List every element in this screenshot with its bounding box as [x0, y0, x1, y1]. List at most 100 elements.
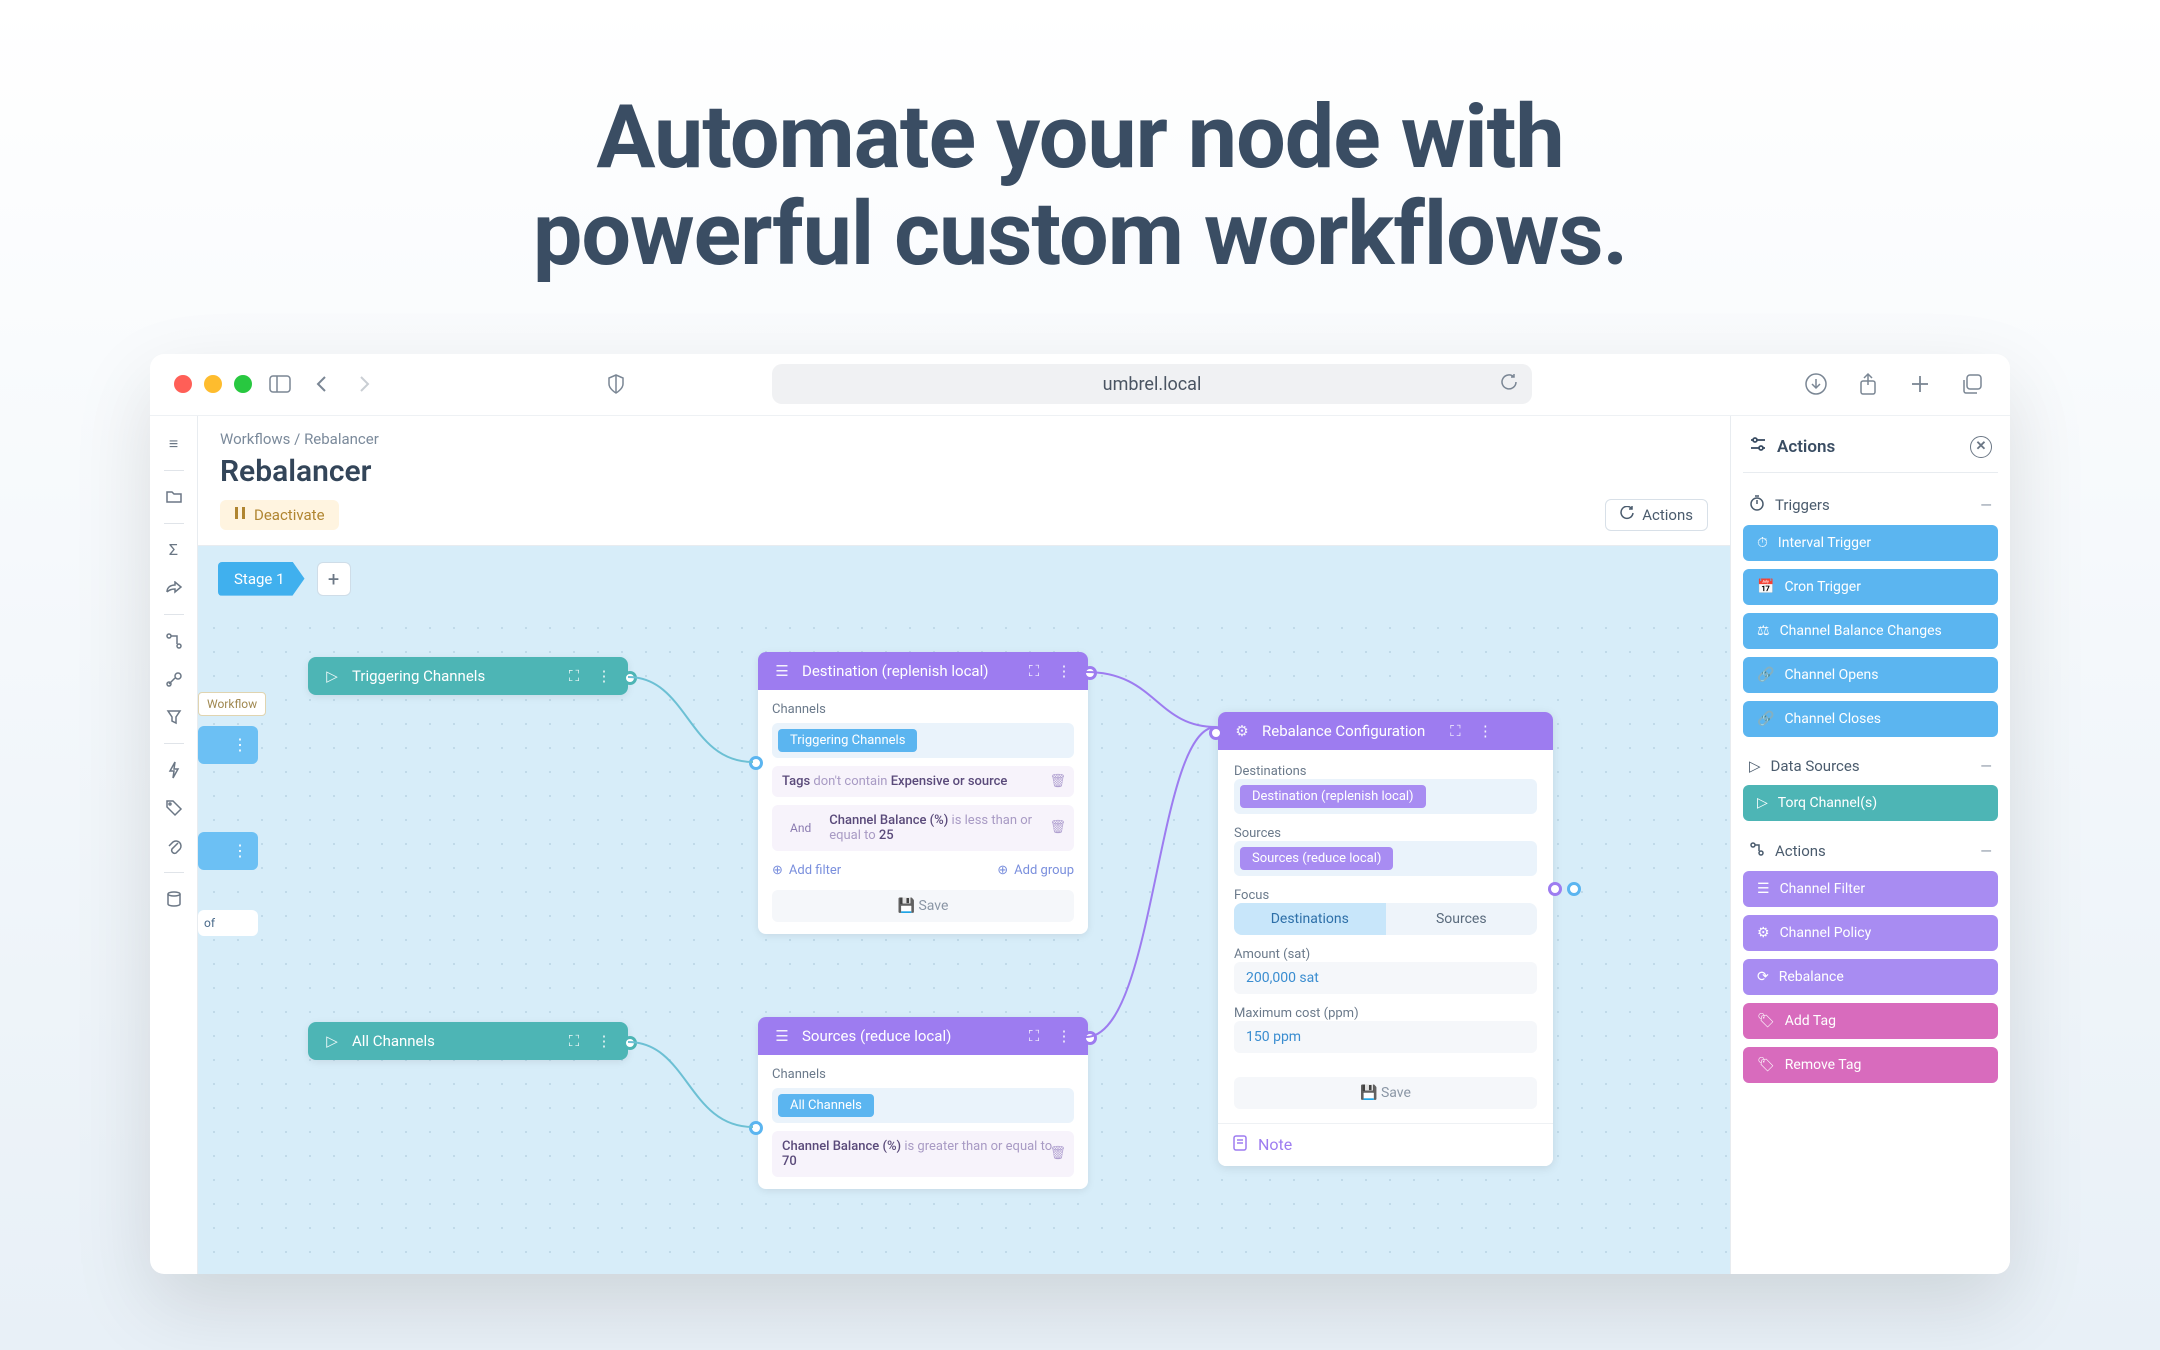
actions-panel: Actions ✕ Triggers — ⏱Interval Trigger 📅…: [1730, 416, 2010, 1274]
node-title: All Channels: [352, 1032, 435, 1050]
rail-filter-icon[interactable]: [158, 701, 190, 733]
gear-icon: ⚙: [1232, 722, 1252, 740]
rail-bolt-icon[interactable]: [158, 754, 190, 786]
tag-icon: 🏷: [1757, 1057, 1775, 1073]
breadcrumb[interactable]: Workflows / Rebalancer: [220, 430, 1708, 448]
rail-workflow-icon[interactable]: [158, 625, 190, 657]
expand-icon[interactable]: ⛶: [1445, 722, 1465, 740]
node-triggering-channels[interactable]: ▷ Triggering Channels ⛶ ⋮: [308, 657, 628, 695]
rail-tag-icon[interactable]: [158, 792, 190, 824]
data-source-torq[interactable]: ▷Torq Channel(s): [1743, 785, 1998, 821]
forward-icon[interactable]: [350, 370, 378, 398]
action-add-tag[interactable]: 🏷Add Tag: [1743, 1003, 1998, 1039]
rail-db-icon[interactable]: [158, 883, 190, 915]
trigger-balance-changes[interactable]: ⚖Channel Balance Changes: [1743, 613, 1998, 649]
expand-icon[interactable]: ⛶: [564, 1032, 584, 1050]
delete-filter-icon[interactable]: 🗑: [1049, 774, 1066, 789]
deactivate-button[interactable]: Deactivate: [220, 500, 339, 530]
node-rebalance-config[interactable]: ⚙ Rebalance Configuration ⛶ ⋮ Destinatio…: [1218, 712, 1553, 1166]
filter-row-1[interactable]: Tags don't contain Expensive or source 🗑: [772, 766, 1074, 797]
rail-dollar-icon[interactable]: [158, 663, 190, 695]
rail-menu-icon[interactable]: ≡: [158, 428, 190, 460]
focus-src-option[interactable]: Sources: [1386, 903, 1538, 935]
play-icon: ▷: [1757, 795, 1768, 811]
more-icon[interactable]: ⋮: [1475, 722, 1495, 740]
node-sources[interactable]: ☰ Sources (reduce local) ⛶ ⋮ Channels Al…: [758, 1017, 1088, 1189]
channels-chip[interactable]: Triggering Channels: [778, 729, 917, 752]
node-all-channels[interactable]: ▷ All Channels ⛶ ⋮: [308, 1022, 628, 1060]
filter-row[interactable]: Channel Balance (%) is greater than or e…: [772, 1131, 1074, 1177]
action-channel-filter[interactable]: ☰Channel Filter: [1743, 871, 1998, 907]
browser-chrome: umbrel.local: [150, 354, 2010, 416]
new-tab-icon[interactable]: [1906, 370, 1934, 398]
maximize-window-icon[interactable]: [234, 375, 252, 393]
rail-forward-icon[interactable]: [158, 572, 190, 604]
tabs-icon[interactable]: [1958, 370, 1986, 398]
calendar-icon: 📅: [1757, 579, 1774, 595]
node-destination[interactable]: ☰ Destination (replenish local) ⛶ ⋮ Chan…: [758, 652, 1088, 934]
stage-chip[interactable]: Stage 1: [218, 562, 305, 596]
download-icon[interactable]: [1802, 370, 1830, 398]
add-filter-button[interactable]: ⊕ Add filter: [772, 863, 841, 878]
trigger-channel-opens[interactable]: 🔗Channel Opens: [1743, 657, 1998, 693]
minimize-window-icon[interactable]: [204, 375, 222, 393]
share-icon[interactable]: [1854, 370, 1882, 398]
add-stage-button[interactable]: +: [317, 562, 351, 596]
expand-icon[interactable]: ⛶: [1024, 662, 1044, 680]
more-icon[interactable]: ⋮: [594, 1032, 614, 1050]
save-button[interactable]: 💾 Save: [772, 890, 1074, 922]
sidebar-toggle-icon[interactable]: [266, 370, 294, 398]
partial-node-left: ⋮: [198, 726, 258, 776]
amount-input[interactable]: 200,000 sat: [1234, 962, 1537, 994]
actions-section-header[interactable]: Actions —: [1743, 829, 1998, 871]
expand-icon[interactable]: ⛶: [1024, 1027, 1044, 1045]
workflow-canvas[interactable]: Workflow ⋮ ⋮ of ▷ Triggering Channels ⛶ …: [198, 612, 1730, 1274]
trigger-channel-closes[interactable]: 🔗Channel Closes: [1743, 701, 1998, 737]
and-badge: And: [782, 818, 819, 838]
triggers-header[interactable]: Triggers —: [1743, 483, 1998, 525]
actions-button[interactable]: Actions: [1605, 499, 1708, 531]
url-bar[interactable]: umbrel.local: [772, 364, 1532, 404]
channels-label: Channels: [772, 1067, 1074, 1082]
expand-icon[interactable]: ⛶: [564, 667, 584, 685]
action-remove-tag[interactable]: 🏷Remove Tag: [1743, 1047, 1998, 1083]
delete-filter-icon[interactable]: 🗑: [1049, 1146, 1066, 1161]
focus-dest-option[interactable]: Destinations: [1234, 903, 1386, 935]
left-rail: ≡ Σ: [150, 416, 198, 1274]
trigger-interval[interactable]: ⏱Interval Trigger: [1743, 525, 1998, 561]
action-rebalance[interactable]: ⟳Rebalance: [1743, 959, 1998, 995]
more-icon[interactable]: ⋮: [1054, 662, 1074, 680]
more-icon[interactable]: ⋮: [1054, 1027, 1074, 1045]
action-channel-policy[interactable]: ⚙Channel Policy: [1743, 915, 1998, 951]
pause-icon: [234, 506, 246, 524]
rail-clip-icon[interactable]: [158, 830, 190, 862]
unlink-icon: 🔗: [1757, 711, 1774, 727]
dest-chip[interactable]: Destination (replenish local): [1240, 785, 1426, 808]
node-title: Sources (reduce local): [802, 1027, 951, 1045]
play-icon: ▷: [322, 1032, 342, 1050]
close-panel-icon[interactable]: ✕: [1970, 436, 1992, 458]
delete-filter-icon[interactable]: 🗑: [1049, 820, 1066, 835]
rail-folder-icon[interactable]: [158, 481, 190, 513]
more-icon[interactable]: ⋮: [594, 667, 614, 685]
src-chip[interactable]: Sources (reduce local): [1240, 847, 1393, 870]
shield-icon[interactable]: [602, 370, 630, 398]
trigger-cron[interactable]: 📅Cron Trigger: [1743, 569, 1998, 605]
traffic-lights: [174, 375, 252, 393]
partial-text: of: [198, 910, 258, 936]
save-button[interactable]: 💾 Save: [1234, 1077, 1537, 1109]
refresh-icon[interactable]: [1500, 373, 1518, 396]
partial-header[interactable]: ⋮: [198, 832, 258, 870]
maxcost-input[interactable]: 150 ppm: [1234, 1021, 1537, 1053]
close-window-icon[interactable]: [174, 375, 192, 393]
add-group-button[interactable]: ⊕ Add group: [997, 863, 1074, 878]
data-sources-header[interactable]: ▷ Data Sources —: [1743, 745, 1998, 785]
rail-sigma-icon[interactable]: Σ: [158, 534, 190, 566]
partial-header[interactable]: ⋮: [198, 726, 258, 764]
channels-chip[interactable]: All Channels: [778, 1094, 874, 1117]
focus-toggle[interactable]: Destinations Sources: [1234, 903, 1537, 935]
filter-row-2[interactable]: And Channel Balance (%) is less than or …: [772, 805, 1074, 851]
back-icon[interactable]: [308, 370, 336, 398]
note-row[interactable]: Note: [1218, 1123, 1553, 1166]
hero-headline: Automate your node with powerful custom …: [0, 0, 2160, 324]
